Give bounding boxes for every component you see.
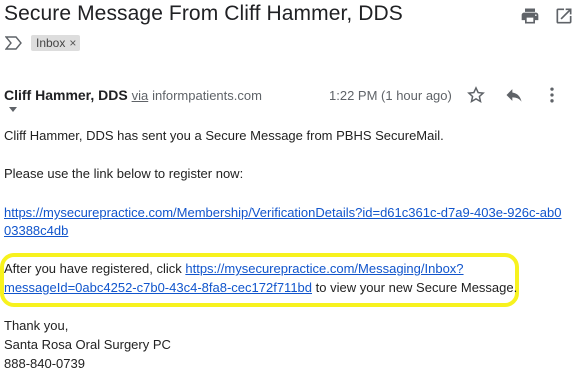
registration-link-line2: 03388c4db — [4, 223, 68, 238]
sender-name: Cliff Hammer, DDS — [4, 87, 128, 103]
registration-link-cont[interactable]: 03388c4db — [4, 223, 68, 238]
registration-link-line1: https://mysecurepractice.com/Membership/… — [4, 205, 562, 220]
star-icon[interactable] — [466, 85, 486, 105]
message-time: 1:22 PM (1 hour ago) — [329, 88, 452, 103]
more-vert-icon[interactable] — [542, 85, 562, 105]
remove-label-button[interactable]: × — [69, 36, 76, 50]
signoff-practice: Santa Rosa Oral Surgery PC — [4, 337, 171, 352]
signoff-thanks: Thank you, — [4, 318, 69, 333]
importance-marker-icon[interactable] — [4, 36, 23, 50]
registration-link[interactable]: https://mysecurepractice.com/Membership/… — [4, 205, 562, 220]
signoff-phone: 888-840-0739 — [4, 356, 85, 371]
sender-info: Cliff Hammer, DDS via informpatients.com — [4, 87, 262, 103]
after-register-line1: After you have registered, click https:/… — [4, 261, 464, 276]
open-in-new-window-icon[interactable] — [554, 6, 574, 26]
via-text[interactable]: via — [132, 88, 149, 103]
inbox-label-chip[interactable]: Inbox × — [31, 35, 81, 51]
inbox-link[interactable]: https://mysecurepractice.com/Messaging/I… — [185, 261, 463, 276]
email-subject: Secure Message From Cliff Hammer, DDS — [4, 2, 403, 25]
after-register-prefix: After you have registered, click — [4, 261, 186, 276]
after-register-suffix: to view your new Secure Message. — [312, 280, 518, 295]
after-register-line2: messageId=0abc4252-c7b0-43c4-8fa8-cec172… — [4, 280, 517, 295]
inbox-label-text: Inbox — [36, 36, 66, 50]
print-icon[interactable] — [520, 6, 540, 26]
show-details-chevron-icon[interactable] — [9, 107, 17, 112]
inbox-link-cont[interactable]: messageId=0abc4252-c7b0-43c4-8fa8-cec172… — [4, 280, 312, 295]
sender-domain: informpatients.com — [152, 88, 262, 103]
reply-icon[interactable] — [504, 85, 524, 105]
body-line-register: Please use the link below to register no… — [4, 166, 244, 181]
body-line-sent: Cliff Hammer, DDS has sent you a Secure … — [4, 128, 444, 143]
